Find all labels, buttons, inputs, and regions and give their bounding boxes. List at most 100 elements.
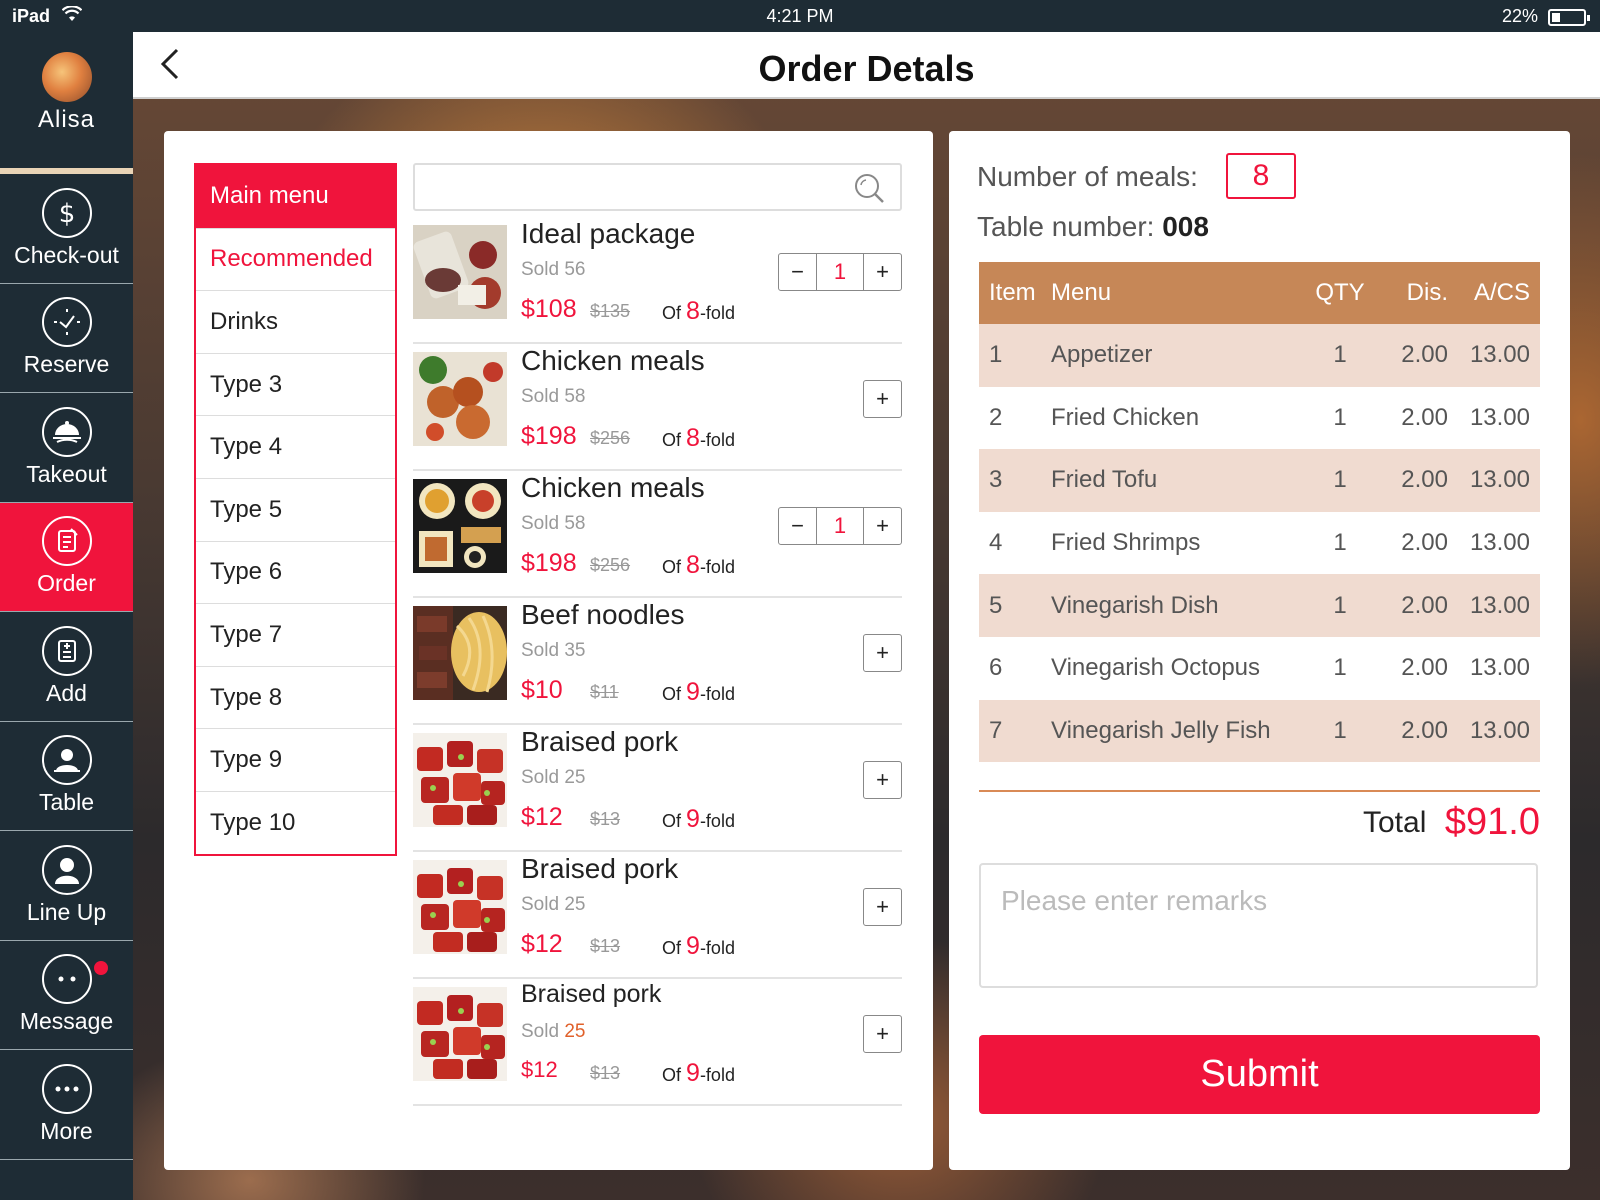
cell-item: 6	[989, 654, 1003, 682]
search-icon[interactable]	[852, 171, 886, 205]
category-list: Main menu Recommended Drinks Type 3 Type…	[194, 163, 397, 856]
increase-button[interactable]: +	[863, 507, 902, 545]
dish-photo	[413, 987, 507, 1081]
dish-item[interactable]: Beef noodles Sold 35 $10 $11 Of 9-fold +	[413, 598, 902, 725]
dish-discount: Of 9-fold	[662, 1059, 735, 1087]
nav-label: Add	[46, 679, 87, 706]
dish-original-price: $256	[590, 555, 631, 575]
nav-line-up[interactable]: Line Up	[0, 831, 133, 941]
cell-acs: 13.00	[1448, 449, 1540, 512]
dish-original-price: $13	[590, 1063, 621, 1083]
table-number-value: 008	[1162, 211, 1209, 242]
category-item[interactable]: Type 6	[196, 540, 395, 604]
category-item[interactable]: Type 7	[196, 603, 395, 666]
svg-text:$: $	[58, 199, 75, 228]
add-button[interactable]: +	[863, 1015, 902, 1053]
avatar[interactable]	[41, 52, 92, 102]
quantity-stepper: +	[863, 888, 902, 926]
category-item[interactable]: Main menu	[196, 165, 395, 228]
column-header: Menu	[1041, 262, 1308, 324]
dish-sold: Sold 58	[521, 386, 586, 407]
search-box[interactable]	[413, 163, 902, 211]
battery-icon	[1548, 9, 1590, 26]
more-icon	[41, 1063, 92, 1114]
clock: 4:21 PM	[766, 6, 834, 26]
nav-label: Order	[37, 570, 96, 597]
dollar-icon: $	[41, 187, 92, 238]
cell-qty: 1	[1308, 324, 1372, 387]
dish-sold: Sold 25	[521, 894, 586, 915]
quantity-stepper: +	[863, 380, 902, 418]
cell-acs: 13.00	[1448, 574, 1540, 637]
decrease-button[interactable]: −	[778, 507, 817, 545]
sidebar: Alisa $ Check-out Reserve Takeout Order …	[0, 32, 133, 1200]
category-item[interactable]: Type 9	[196, 728, 395, 791]
person-icon	[41, 844, 92, 895]
dish-item[interactable]: Ideal package Sold 56 $108 $135 Of 8-fol…	[413, 217, 902, 344]
decrease-button[interactable]: −	[778, 253, 817, 291]
nav-reserve[interactable]: Reserve	[0, 284, 133, 393]
dish-discount: Of 8-fold	[662, 551, 735, 579]
remarks-input[interactable]	[979, 863, 1538, 988]
nav-checkout[interactable]: $ Check-out	[0, 174, 133, 284]
table-row[interactable]: 4 Fried Shrimps 1 2.00 13.00	[979, 512, 1540, 575]
meals-count-field[interactable]: 8	[1226, 153, 1296, 199]
dish-original-price: $11	[590, 682, 619, 702]
table-row[interactable]: 2 Fried Chicken 1 2.00 13.00	[979, 387, 1540, 450]
nav-order[interactable]: Order	[0, 502, 133, 612]
table-row[interactable]: 7 Vinegarish Jelly Fish 1 2.00 13.00	[979, 699, 1540, 763]
table-row[interactable]: 5 Vinegarish Dish 1 2.00 13.00	[979, 574, 1540, 637]
table-row[interactable]: 3 Fried Tofu 1 2.00 13.00	[979, 449, 1540, 512]
nav-add[interactable]: Add	[0, 612, 133, 722]
nav-takeout[interactable]: Takeout	[0, 393, 133, 503]
category-item[interactable]: Drinks	[196, 290, 395, 353]
dish-price: $12	[521, 930, 563, 958]
table-header-row: Item Menu QTY Dis. A/CS	[979, 262, 1540, 324]
nav-label: Takeout	[26, 460, 107, 487]
quantity-stepper: − 1 +	[778, 253, 902, 291]
category-item[interactable]: Type 8	[196, 665, 395, 729]
dish-item[interactable]: Braised pork Sold 25 $12 $13 Of 9-fold +	[413, 725, 902, 852]
dish-item[interactable]: Chicken meals Sold 58 $198 $256 Of 8-fol…	[413, 471, 902, 598]
nav-label: Message	[19, 1008, 114, 1035]
submit-button[interactable]: Submit	[979, 1035, 1540, 1114]
profile[interactable]: Alisa	[0, 52, 133, 174]
search-input[interactable]	[425, 171, 835, 203]
nav-label: Reserve	[23, 351, 110, 378]
nav-message[interactable]: Message	[0, 941, 133, 1050]
category-item[interactable]: Type 4	[196, 415, 395, 478]
dish-item[interactable]: Braised pork Sold 25 $12 $13 Of 9-fold +	[413, 979, 902, 1106]
add-button[interactable]: +	[863, 380, 902, 418]
nav-table[interactable]: Table	[0, 722, 133, 831]
dish-item[interactable]: Braised pork Sold 25 $12 $13 Of 9-fold +	[413, 852, 902, 979]
dish-photo	[413, 733, 507, 827]
dish-name: Braised pork	[521, 853, 679, 884]
quantity-stepper: +	[863, 1015, 902, 1053]
dish-photo	[413, 352, 507, 446]
dish-discount: Of 9-fold	[662, 678, 735, 706]
category-item[interactable]: Type 3	[196, 352, 395, 416]
category-item[interactable]: Recommended	[196, 227, 395, 291]
cell-qty: 1	[1333, 403, 1347, 431]
dish-item[interactable]: Chicken meals Sold 58 $198 $256 Of 8-fol…	[413, 344, 902, 471]
cell-item: 3	[979, 449, 1041, 512]
table-row[interactable]: 6 Vinegarish Octopus 1 2.00 13.00	[979, 637, 1540, 700]
category-item[interactable]: Type 10	[196, 790, 395, 854]
category-item[interactable]: Type 5	[196, 477, 395, 541]
cell-dis: 2.00	[1372, 449, 1448, 512]
add-button[interactable]: +	[863, 888, 902, 926]
dish-price: $10	[521, 676, 563, 704]
nav-more[interactable]: More	[0, 1050, 133, 1160]
cell-qty: 1	[1333, 529, 1347, 557]
dish-price: $12	[521, 803, 563, 831]
column-header: QTY	[1308, 262, 1372, 324]
order-table: Item Menu QTY Dis. A/CS 1 Appetizer 1 2.…	[979, 262, 1540, 763]
table-row[interactable]: 1 Appetizer 1 2.00 13.00	[979, 324, 1540, 387]
add-button[interactable]: +	[863, 761, 902, 799]
increase-button[interactable]: +	[863, 253, 902, 291]
dish-photo	[413, 225, 507, 319]
dish-name: Braised pork	[521, 980, 662, 1008]
chat-icon	[41, 954, 92, 1005]
cell-menu: Appetizer	[1041, 324, 1308, 387]
add-button[interactable]: +	[863, 634, 902, 672]
